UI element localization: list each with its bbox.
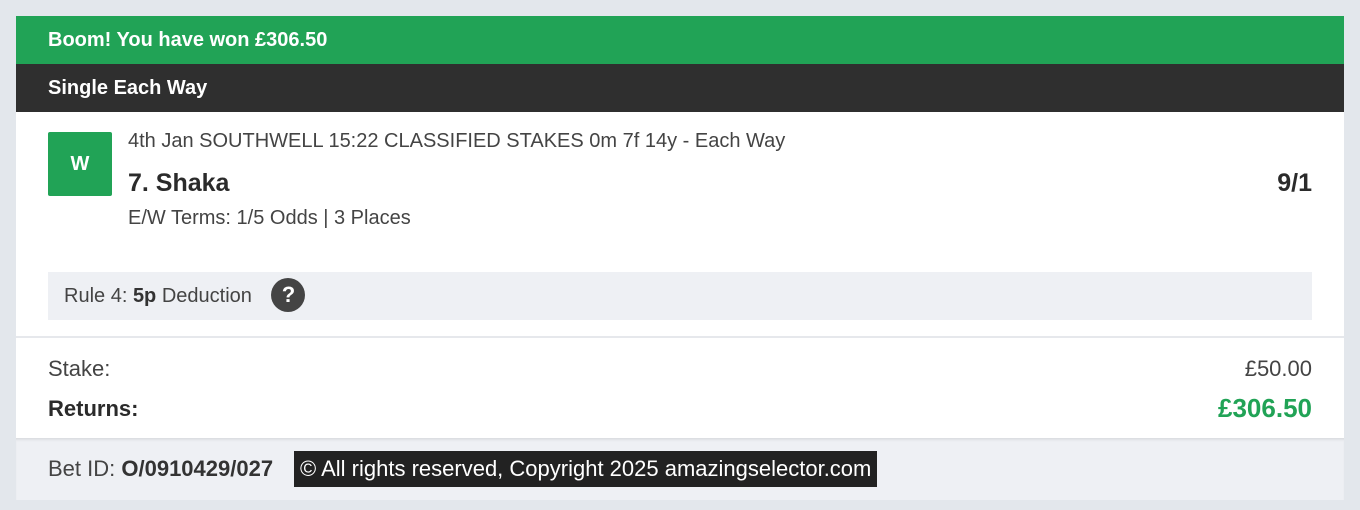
rule4-deduction: Rule 4: 5p Deduction ?: [48, 272, 1312, 320]
divider: [16, 336, 1344, 338]
each-way-terms: E/W Terms: 1/5 Odds | 3 Places: [128, 207, 411, 229]
event-description: 4th Jan SOUTHWELL 15:22 CLASSIFIED STAKE…: [128, 130, 786, 152]
result-badge: W: [48, 132, 112, 196]
selection-name: 7. Shaka: [128, 169, 230, 197]
returns-label: Returns:: [48, 396, 139, 421]
bet-type-header: Single Each Way: [16, 64, 1344, 112]
win-banner: Boom! You have won £306.50: [16, 16, 1344, 64]
bet-id-value: O/0910429/027: [121, 456, 274, 481]
receipt-footer: Bet ID: O/0910429/027 © All rights reser…: [16, 438, 1344, 500]
selection-odds: 9/1: [1277, 169, 1312, 197]
question-icon[interactable]: ?: [271, 277, 306, 312]
bet-id-label: Bet ID:: [48, 456, 116, 481]
rule4-suffix: Deduction: [161, 285, 252, 307]
returns-value: £306.50: [1218, 393, 1312, 423]
stake-label: Stake:: [48, 356, 111, 381]
rule4-amount: 5p: [132, 285, 157, 307]
rule4-prefix: Rule 4:: [64, 285, 128, 307]
stake-value: £50.00: [1244, 356, 1312, 381]
bet-id: Bet ID: O/0910429/027: [48, 456, 273, 482]
copyright-watermark: © All rights reserved, Copyright 2025 am…: [294, 451, 878, 487]
bet-receipt-card: Boom! You have won £306.50 Single Each W…: [16, 16, 1344, 500]
